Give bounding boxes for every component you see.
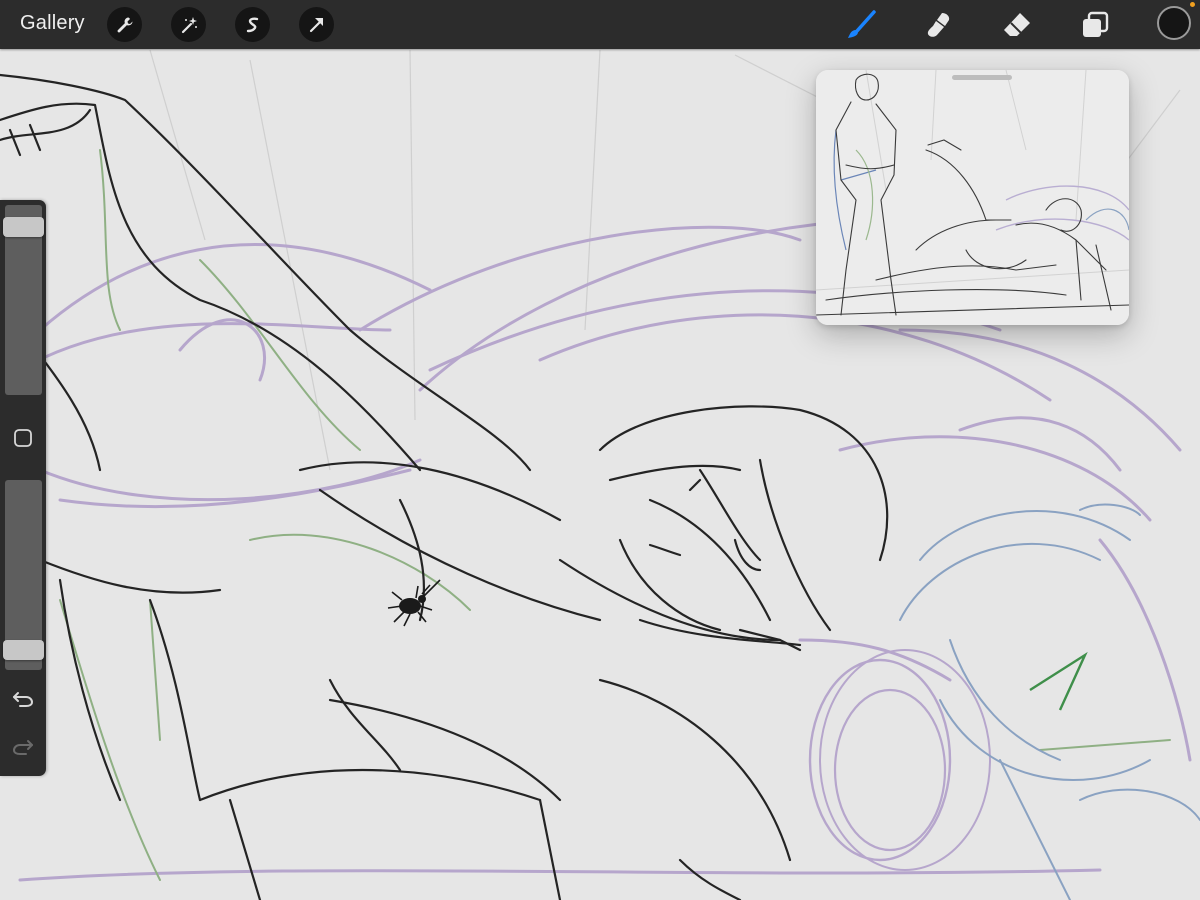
color-picker-button[interactable] [1157,6,1191,40]
brush-size-thumb[interactable] [3,217,44,237]
left-sidebar [0,200,46,776]
eraser-icon [1004,13,1030,36]
layers-button[interactable] [1078,8,1112,42]
adjustments-button[interactable] [171,7,206,42]
arrow-transform-icon [309,17,323,32]
brush-button[interactable] [844,8,878,42]
actions-button[interactable] [107,7,142,42]
reference-thumbnail [816,70,1129,325]
smudge-button[interactable] [922,8,956,42]
reference-window[interactable] [816,70,1129,325]
selection-s-icon [246,17,258,32]
redo-icon [12,740,33,755]
magic-wand-icon [181,16,197,33]
transform-button[interactable] [299,7,334,42]
opacity-slider[interactable] [3,480,44,670]
redo-button[interactable] [10,735,36,759]
eraser-button[interactable] [1000,8,1034,42]
top-toolbar: Gallery [0,0,1200,49]
smudge-icon [927,13,950,37]
brush-icon [848,10,876,38]
modify-button[interactable] [13,428,33,448]
opacity-thumb[interactable] [3,640,44,660]
recording-indicator [1190,2,1195,7]
undo-icon [13,692,34,707]
modify-square-icon [14,429,32,447]
reference-drag-handle[interactable] [952,75,1012,80]
brush-size-slider[interactable] [3,205,44,395]
layers-icon [1083,11,1109,37]
wrench-icon [117,17,132,32]
undo-button[interactable] [10,687,36,711]
gallery-button[interactable]: Gallery [20,12,85,35]
selection-button[interactable] [235,7,270,42]
